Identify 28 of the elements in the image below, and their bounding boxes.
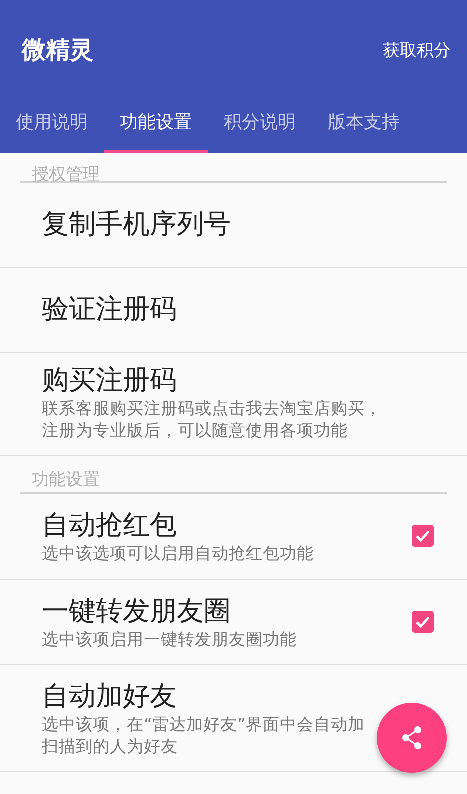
preference-title: 一键转发朋友圈	[42, 594, 232, 628]
preference-title: 复制手机序列号	[42, 208, 232, 242]
preference-title: 验证注册码	[42, 293, 178, 328]
check-icon	[415, 528, 431, 544]
get-points-action[interactable]: 获取积分	[383, 38, 451, 62]
share-icon	[401, 726, 423, 750]
tab[interactable]: 使用说明	[0, 92, 104, 153]
preference-description: 选中该项，在“雷达加好友”界面中会自动加 扫描到的人为好友	[42, 714, 366, 757]
preference-title: 自动加好友	[42, 680, 178, 714]
tab[interactable]: 版本支持	[312, 92, 416, 153]
tab[interactable]: 功能设置	[104, 92, 208, 153]
section-header: 授权管理	[20, 153, 447, 183]
preference-row[interactable]: 购买注册码 联系客服购买注册码或点击我去淘宝店购买，注册为专业版后，可以随意使用各项功能	[0, 353, 467, 456]
tab[interactable]: 积分说明	[208, 92, 312, 153]
preference-row[interactable]: 一键转发朋友圈 选中该项启用一键转发朋友圈功能	[0, 580, 467, 666]
share-button[interactable]	[377, 703, 447, 773]
checkbox[interactable]	[412, 610, 434, 633]
preference-title: 自动抢红包	[42, 508, 178, 543]
checkbox[interactable]	[412, 525, 434, 548]
preference-description: 选中该项启用一键转发朋友圈功能	[42, 628, 297, 650]
preference-description: 联系客服购买注册码或点击我去淘宝店购买，注册为专业版后，可以随意使用各项功能	[42, 398, 383, 441]
preference-row[interactable]: 验证注册码	[0, 268, 467, 353]
preference-row[interactable]: 自动抢红包 选中该选项可以启用自动抢红包功能	[0, 494, 467, 580]
app-title: 微精灵	[22, 35, 94, 66]
section-header: 功能设置	[20, 456, 447, 494]
preference-description: 选中该选项可以启用自动抢红包功能	[42, 543, 314, 564]
preference-row[interactable]: 复制手机序列号	[0, 183, 467, 268]
preference-title: 购买注册码	[42, 364, 178, 398]
